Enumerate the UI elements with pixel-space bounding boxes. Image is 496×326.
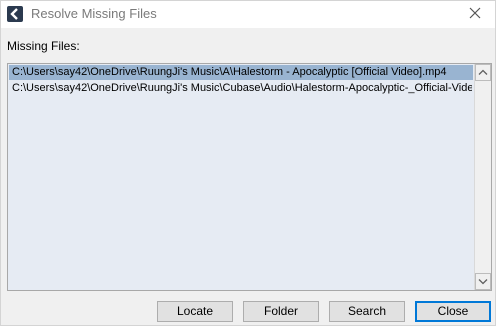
locate-button[interactable]: Locate — [157, 301, 233, 322]
close-button[interactable]: Close — [415, 301, 491, 322]
close-icon[interactable] — [467, 5, 483, 21]
search-button[interactable]: Search — [329, 301, 405, 322]
file-path: C:\Users\say42\OneDrive\RuungJi's Music\… — [12, 66, 447, 78]
resolve-missing-files-dialog: Resolve Missing Files Missing Files: C:\… — [0, 0, 496, 326]
list-item[interactable]: C:\Users\say42\OneDrive\RuungJi's Music\… — [9, 65, 473, 80]
folder-button[interactable]: Folder — [243, 301, 319, 322]
file-path: C:\Users\say42\OneDrive\RuungJi's Music\… — [12, 82, 472, 94]
title-bar: Resolve Missing Files — [1, 1, 495, 28]
missing-files-label: Missing Files: — [7, 39, 80, 53]
scroll-track[interactable] — [475, 81, 491, 273]
window-title: Resolve Missing Files — [31, 6, 157, 21]
scroll-up-arrow-icon[interactable] — [475, 64, 491, 81]
missing-files-list[interactable]: C:\Users\say42\OneDrive\RuungJi's Music\… — [7, 63, 492, 291]
scroll-down-arrow-icon[interactable] — [475, 273, 491, 290]
list-item[interactable]: C:\Users\say42\OneDrive\RuungJi's Music\… — [9, 81, 473, 96]
cubase-app-icon — [7, 6, 23, 22]
vertical-scrollbar[interactable] — [474, 64, 491, 290]
